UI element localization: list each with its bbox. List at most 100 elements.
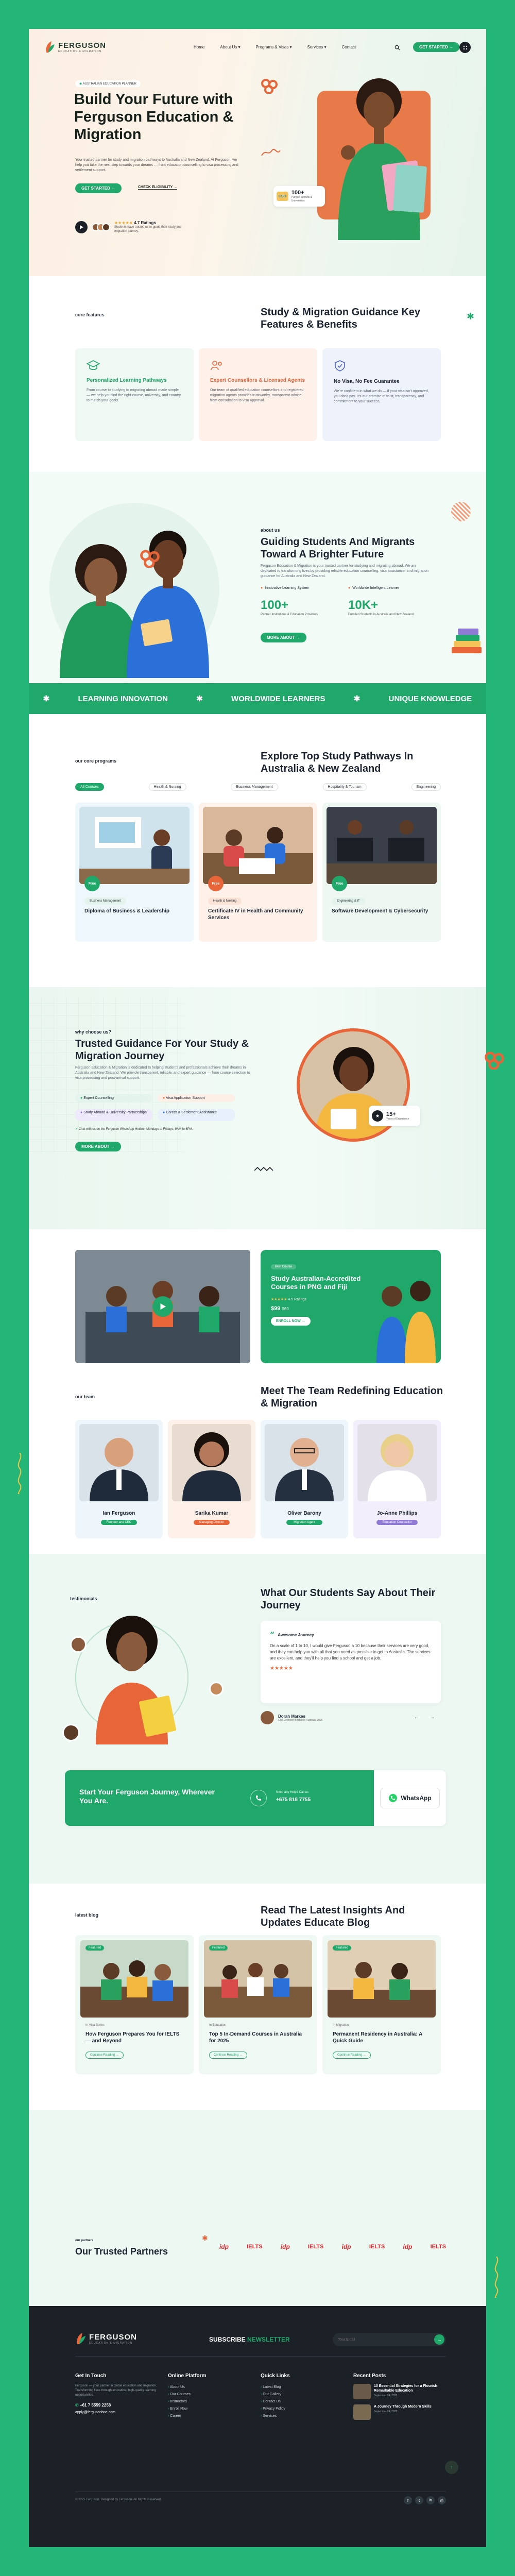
team-member-card[interactable]: Sarika Kumar Managing Director [168,1420,255,1538]
footer-link[interactable]: › Latest Blog [261,2384,333,2391]
nav-item-programs[interactable]: Programs & Visas ▾ [256,45,292,49]
nav-item-contact[interactable]: Contact [342,45,356,49]
blog-post-title[interactable]: Permanent Residency in Australia: A Quic… [333,2031,431,2044]
team-member-card[interactable]: Oliver Barony Migration Agent [261,1420,348,1538]
hero-get-started-button[interactable]: GET STARTED → [75,183,122,193]
filter-chip[interactable]: Hospitality & Tourism [322,783,367,791]
partners-title: Our Trusted Partners [75,2246,168,2257]
footer-email[interactable]: apply@fergusonhne.com [75,2411,158,2414]
footer-link[interactable]: › Contact Us [261,2398,333,2405]
leaf-logo-icon [77,2333,85,2344]
filter-chip[interactable]: Health & Nursing [148,783,186,791]
experience-label: Years of Experience [386,1117,409,1121]
footer-link[interactable]: › Privacy Policy [261,2405,333,2413]
why-chip: ● Visa Application Support [158,1094,235,1102]
hero-student-image [338,78,427,240]
testimonial-prev-button[interactable]: ← [414,1715,419,1720]
footer-link[interactable]: › Enroll Now [168,2405,240,2413]
footer-col-recent-posts: Recent Posts 10 Essential Strategies for… [353,2373,446,2420]
nav-get-started-button[interactable]: GET STARTED → [413,42,460,52]
filter-chip[interactable]: All Courses [75,783,104,791]
play-video-button[interactable] [75,221,88,233]
hero-stat-label: Partner Schools & Universities [291,196,313,202]
bulb-icon: ● [261,586,263,590]
blog-continue-link[interactable]: Continue Reading → [209,2052,247,2059]
partners-section: our partners Our Trusted Partners idp IE… [29,2110,486,2306]
promo-card: Best Course Study Australian-Accredited … [261,1250,441,1363]
team-member-card[interactable]: Ian Ferguson Founder and CEO [75,1420,163,1538]
graduation-cap-icon [87,360,100,370]
blog-continue-link[interactable]: Continue Reading → [85,2052,124,2059]
program-card[interactable]: Free Engineering & IT Software Developme… [322,803,441,942]
testimonials-title: What Our Students Say About Their Journe… [261,1587,436,1611]
blog-card[interactable]: Featured In Education Top 5 In-Demand Co… [199,1935,317,2074]
blog-card[interactable]: Featured In Visa Series How Ferguson Pre… [75,1935,194,2074]
blog-post-title[interactable]: How Ferguson Prepares You for IELTS — an… [85,2031,183,2044]
why-chip: ● Career & Settlement Assistance [158,1109,235,1121]
nav-item-home[interactable]: Home [194,45,204,49]
facebook-icon[interactable]: f [404,2496,412,2504]
about-more-button[interactable]: MORE ABOUT → [261,633,306,642]
footer-link[interactable]: › Instructors [168,2398,240,2405]
newsletter-email-input[interactable] [338,2335,420,2344]
nav-item-services[interactable]: Services ▾ [307,45,327,49]
newsletter-submit-button[interactable]: → [434,2334,444,2345]
linkedin-icon[interactable]: in [426,2496,435,2504]
promo-play-button[interactable] [152,1296,173,1317]
blog-meta: In Education [209,2024,227,2027]
phone-icon: ✆ [75,2403,79,2408]
features-title: Study & Migration Guidance Key Features … [261,307,421,330]
testimonial-next-button[interactable]: → [430,1715,435,1720]
about-point: ● Innovative Learning System [261,586,310,590]
hero-check-eligibility-link[interactable]: CHECK ELIGIBILITY → [138,185,178,190]
recent-post[interactable]: A Journey Through Modern Skills September… [353,2404,446,2420]
footer-phone[interactable]: ✆ +61 7 5559 2258 [75,2403,158,2408]
program-card[interactable]: Free Business Management Diploma of Busi… [75,803,194,942]
footer-col-title: Recent Posts [353,2373,386,2379]
whatsapp-button[interactable]: WhatsApp [380,1788,440,1808]
program-title[interactable]: Software Development & Cybersecurity [332,908,430,914]
program-card[interactable]: Free Health & Nursing Certificate IV in … [199,803,317,942]
footer-about-text: Ferguson — your partner in global educat… [75,2384,157,2397]
footer-link[interactable]: › About Us [168,2384,240,2391]
filter-chip[interactable]: Business Management [231,783,278,791]
ticker-band: ✱ LEARNING INNOVATION ✱ WORLDWIDE LEARNE… [29,683,486,714]
blog-card[interactable]: Featured In Migration Permanent Residenc… [322,1935,441,2074]
decor-molecule-icon [140,550,160,568]
experience-icon: ★ [372,1110,383,1122]
decor-molecule-icon [485,1052,504,1070]
about-students-image [60,531,209,678]
blog-tag: latest blog [75,1912,99,1918]
scroll-top-button[interactable]: ↑ [445,2461,458,2474]
footer-link[interactable]: › Our Courses [168,2391,240,2398]
rating-text: 4.7 Ratings [134,221,156,225]
program-title[interactable]: Certificate IV in Health and Community S… [208,908,306,921]
team-member-photo [172,1424,251,1501]
twitter-icon[interactable]: t [415,2496,423,2504]
recent-post[interactable]: 10 Essential Strategies for a Flourish R… [353,2384,446,2399]
cta-phone-number[interactable]: +675 818 7755 [276,1797,311,1803]
program-image [79,807,190,884]
team-member-photo [79,1424,159,1501]
idp-logo: idp [341,2243,351,2250]
blog-post-title[interactable]: Top 5 In-Demand Courses in Australia for… [209,2031,307,2044]
nav-item-about[interactable]: About Us ▾ [220,45,240,49]
instagram-icon[interactable]: ◎ [438,2496,446,2504]
ticker-star-icon: ✱ [196,694,203,703]
team-member-card[interactable]: Jo-Anne Phillips Education Counsellor [353,1420,441,1538]
why-more-button[interactable]: MORE ABOUT → [75,1142,121,1151]
search-icon[interactable] [394,45,400,50]
footer-link[interactable]: › Career [168,2413,240,2420]
blog-continue-link[interactable]: Continue Reading → [333,2052,371,2059]
partner-logos: idp IELTS idp IELTS idp IELTS idp IELTS [219,2243,446,2250]
program-title[interactable]: Diploma of Business & Leadership [84,908,182,914]
features-section: core features Study & Migration Guidance… [29,276,486,472]
footer-link[interactable]: › Services [261,2413,333,2420]
feature-title: Expert Counsellors & Licensed Agents [210,378,305,383]
brand-logo[interactable]: FERGUSON EDUCATION & MIGRATION [44,40,106,54]
menu-toggle-button[interactable] [459,42,471,53]
recent-post-date: September 24, 2025 [374,2394,398,2397]
filter-chip[interactable]: Engineering [411,783,441,791]
promo-enroll-button[interactable]: ENROLL NOW → [271,1317,311,1326]
footer-link[interactable]: › Our Gallery [261,2391,333,2398]
